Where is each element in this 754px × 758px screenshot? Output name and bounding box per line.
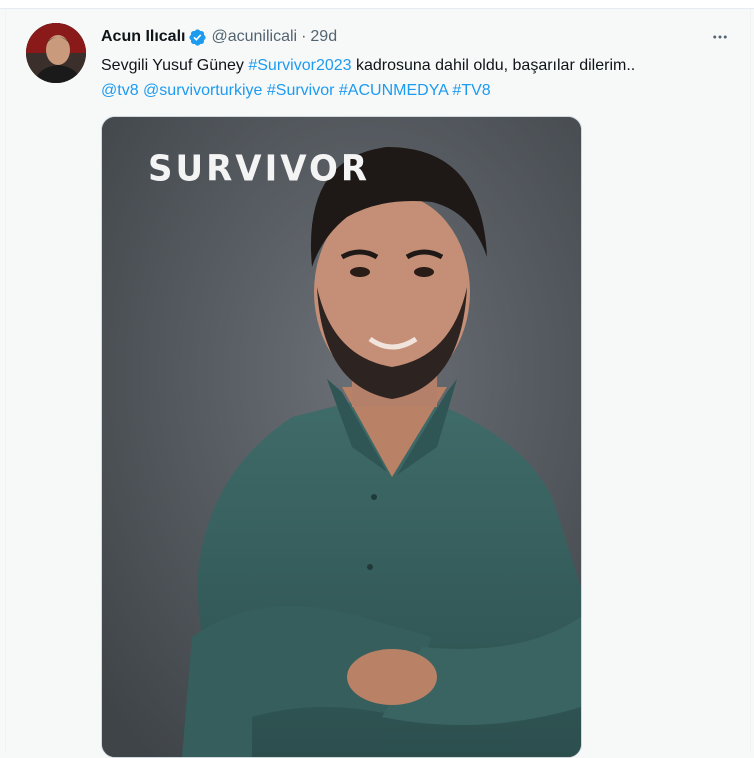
display-name[interactable]: Acun Ilıcalı xyxy=(101,28,185,46)
tweet-text: Sevgili Yusuf Güney #Survivor2023 kadros… xyxy=(101,53,741,103)
tweet-header: Acun Ilıcalı @acunilicali · 29d xyxy=(101,25,337,49)
hashtag-link[interactable]: #Survivor xyxy=(267,82,335,99)
tweet-text-segment: Sevgili Yusuf Güney xyxy=(101,57,249,74)
hashtag-link[interactable]: #ACUNMEDYA xyxy=(339,82,448,99)
separator: · xyxy=(301,28,307,45)
mention-link[interactable]: @tv8 xyxy=(101,82,139,99)
survivor-logo: SURVIVOR xyxy=(148,148,371,190)
handle[interactable]: @acunilicali xyxy=(211,28,297,46)
timestamp[interactable]: 29d xyxy=(310,28,337,46)
more-horizontal-icon[interactable] xyxy=(708,25,732,49)
hashtag-link[interactable]: #Survivor2023 xyxy=(248,57,351,74)
verified-badge-icon xyxy=(188,28,207,47)
tweet-photo[interactable]: SURVIVOR xyxy=(101,116,582,758)
hashtag-link[interactable]: #TV8 xyxy=(452,82,490,99)
tweet-text-line-1: Sevgili Yusuf Güney #Survivor2023 kadros… xyxy=(101,53,741,78)
tweet-text-segment: kadrosuna dahil oldu, başarılar dilerim.… xyxy=(351,57,636,74)
previous-tweet-edge xyxy=(0,0,754,9)
tweet[interactable]: Acun Ilıcalı @acunilicali · 29d Sevgili … xyxy=(5,9,751,758)
avatar[interactable] xyxy=(26,23,86,83)
timeline: Acun Ilıcalı @acunilicali · 29d Sevgili … xyxy=(0,0,754,758)
mention-link[interactable]: @survivorturkiye xyxy=(143,82,262,99)
tweet-text-line-2: @tv8 @survivorturkiye #Survivor #ACUNMED… xyxy=(101,78,741,103)
